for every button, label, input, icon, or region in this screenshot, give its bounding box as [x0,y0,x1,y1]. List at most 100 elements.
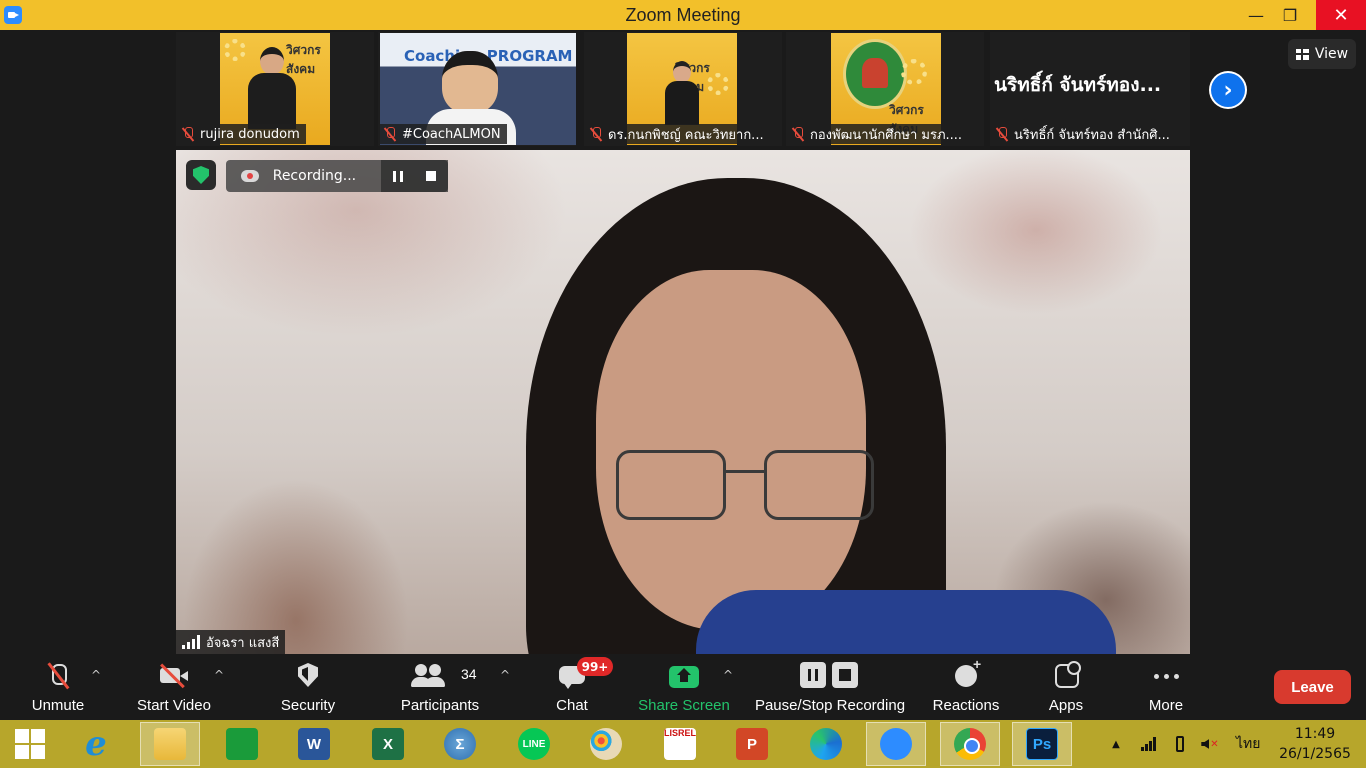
participant-name: ดร.กนกพิชญ์ คณะวิทยาก... [608,127,764,143]
show-hidden-icons-button[interactable]: ▲ [1106,720,1126,768]
participant-tile[interactable]: วิศวกรสังคม rujira donudom [176,32,374,146]
chrome-icon [954,728,986,760]
apps-icon [1051,661,1081,690]
participant-figure [665,61,699,125]
powerpoint-icon: P [736,728,768,760]
more-button[interactable]: More [1136,654,1196,720]
gear-icon [901,59,927,85]
pause-stop-recording-label: Pause/Stop Recording [754,697,906,714]
system-clock[interactable]: 11:49 26/1/2565 [1272,724,1358,764]
volume-muted-icon[interactable]: ✕ [1200,720,1220,768]
taskbar-chrome[interactable] [940,722,1000,766]
participant-tile[interactable]: วิศวกรสังคม กองพัฒนานักศึกษา มรภ.... [786,32,984,146]
stop-icon [426,171,437,181]
close-button[interactable]: ✕ [1316,0,1366,30]
lisrel-icon: LISREL [664,728,696,760]
university-seal-icon [843,39,907,109]
recording-indicator: Recording... [226,160,448,192]
speaker-shirt [696,590,1116,654]
cloud-recording-icon [241,170,259,182]
ie-icon: e [85,724,107,764]
glasses-bridge [726,470,764,473]
taskbar-photoshop[interactable]: Ps [1012,722,1072,766]
taskbar-math[interactable]: Σ [430,722,490,766]
stop-recording-button[interactable] [414,160,448,192]
active-speaker-video[interactable] [176,150,1190,654]
encryption-shield-button[interactable] [186,160,216,190]
meeting-toolbar: Unmute ^ Start Video ^ Security 34 Parti… [0,654,1366,720]
taskbar-zoom[interactable] [866,722,926,766]
recording-status-text: Recording... [272,168,357,184]
gallery-next-button[interactable]: › [1209,71,1247,109]
more-icon [1151,662,1181,690]
taskbar-lisrel[interactable]: LISREL [650,722,710,766]
input-language-indicator[interactable]: ไทย [1236,733,1260,755]
reactions-label: Reactions [932,697,1000,714]
participant-tile[interactable]: วิศวกรสังคม ดร.กนกพิชญ์ คณะวิทยาก... [584,32,782,146]
participant-tile[interactable]: Coaching PROGRAM #CoachALMON [378,32,576,146]
apps-button[interactable]: Apps [1036,654,1096,720]
participants-options-caret[interactable]: ^ [500,668,510,682]
clock-time: 11:49 [1294,726,1336,742]
participant-name: กองพัฒนานักศึกษา มรภ.... [810,127,963,143]
start-button[interactable] [0,722,60,766]
windows-taskbar: e W X Σ LINE LISREL P Ps ▲ ✕ [0,720,1366,768]
network-icon[interactable] [1138,720,1158,768]
unmute-button[interactable]: Unmute [18,654,98,720]
taskbar-word[interactable]: W [284,722,344,766]
taskbar-line[interactable]: LINE [504,722,564,766]
taskbar-powerpoint[interactable]: P [722,722,782,766]
view-button[interactable]: View [1288,39,1356,69]
maximize-button[interactable]: ❐ [1270,0,1310,30]
taskbar-edge[interactable] [796,722,856,766]
chevron-right-icon: › [1211,73,1245,107]
glasses-lens-left [616,450,726,520]
reactions-icon [951,656,981,690]
signal-strength-icon [182,635,200,649]
leave-meeting-button[interactable]: Leave [1274,670,1351,704]
share-options-caret[interactable]: ^ [723,668,733,682]
pause-icon [392,170,403,182]
mic-muted-icon [384,127,396,141]
speaker-name: อัจฉรา แสงสี [206,635,280,651]
participants-count: 34 [461,666,477,682]
folder-icon [154,728,186,760]
participant-tile[interactable]: นริทธิ์ก์ จันทร์ทอง... นริทธิ์ก์ จันทร์ท… [990,32,1190,146]
participant-figure [248,47,296,129]
participant-name-label: #CoachALMON [380,124,507,144]
share-screen-label: Share Screen [638,697,730,714]
glasses-lens-right [764,450,874,520]
taskbar-paint[interactable] [576,722,636,766]
participants-button[interactable]: 34 Participants [392,654,488,720]
taskbar-excel[interactable]: X [358,722,418,766]
reactions-button[interactable]: Reactions [926,654,1006,720]
mic-muted-icon [182,127,194,141]
participant-face [442,51,498,113]
mic-muted-icon [590,127,602,141]
video-options-caret[interactable]: ^ [214,668,224,682]
mic-off-icon [43,662,73,690]
participant-name: #CoachALMON [402,126,501,142]
view-label: View [1314,46,1349,62]
security-button[interactable]: Security [270,654,346,720]
taskbar-file-explorer[interactable] [140,722,200,766]
start-video-button[interactable]: Start Video [128,654,220,720]
unread-chat-badge: 99+ [577,657,613,676]
participants-label: Participants [400,697,480,714]
battery-icon[interactable] [1170,720,1190,768]
chat-label: Chat [556,697,588,714]
title-bar: Zoom Meeting — ❐ ✕ [0,0,1366,30]
taskbar-store[interactable] [212,722,272,766]
participant-name-label: rujira donudom [178,124,306,144]
audio-options-caret[interactable]: ^ [91,668,101,682]
participant-name-label: ดร.กนกพิชญ์ คณะวิทยาก... [586,124,770,144]
zoom-window: Zoom Meeting — ❐ ✕ วิศวกรสังคม rujira do… [0,0,1366,768]
taskbar-internet-explorer[interactable]: e [66,722,126,766]
pause-stop-recording-button[interactable]: Pause/Stop Recording [750,654,910,720]
participant-name-label: นริทธิ์ก์ จันทร์ทอง สำนักศิ... [992,124,1176,144]
windows-logo-icon [15,729,45,759]
unmute-label: Unmute [31,697,85,714]
share-screen-button[interactable]: Share Screen [634,654,734,720]
apps-label: Apps [1048,697,1084,714]
pause-recording-button[interactable] [381,160,415,192]
